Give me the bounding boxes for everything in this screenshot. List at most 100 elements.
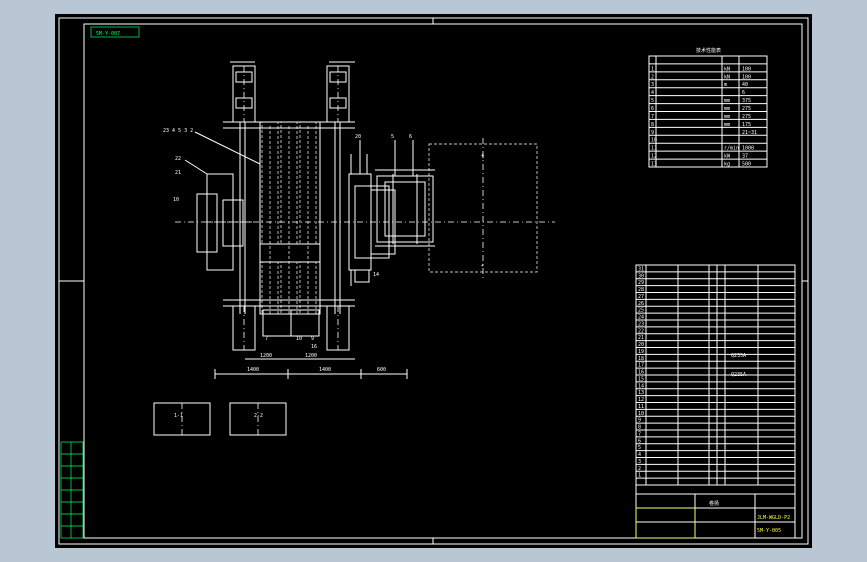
bom-row-no: 20 xyxy=(638,342,644,348)
left-stamp-column xyxy=(60,441,84,539)
svg-text:+: + xyxy=(481,263,484,269)
tech-row-value: 40 xyxy=(742,82,748,88)
part-label-10-left: 10 xyxy=(173,197,179,203)
tech-row-value: 275 xyxy=(742,114,751,120)
bom-row-no: 10 xyxy=(638,411,644,417)
part-label-10: 10 xyxy=(296,336,302,342)
cad-drawing: 5M-Y-007 + + 1400 1400 600 1200 1200 23 … xyxy=(58,17,809,545)
section-label-2: 2-2 xyxy=(254,413,263,419)
winch-main-view: + + 1400 1400 600 1200 1200 23 4 5 3 2 2… xyxy=(163,61,555,379)
bom-row-no: 13 xyxy=(638,390,644,396)
drawing-canvas[interactable]: 5M-Y-007 + + 1400 1400 600 1200 1200 23 … xyxy=(55,14,812,548)
bom-row-no: 3 xyxy=(638,459,641,465)
bom-row-no: 15 xyxy=(638,376,644,382)
tech-row-no: 10 xyxy=(651,138,657,144)
part-label-20: 20 xyxy=(355,134,361,140)
bom-row-no: 2 xyxy=(638,466,641,472)
part-label-5: 5 xyxy=(391,134,394,140)
title-block-code: 5M-Y-005 xyxy=(757,528,781,534)
bom-row-no: 11 xyxy=(638,404,644,410)
bom-row-no: 24 xyxy=(638,315,644,321)
tech-row-value: 275 xyxy=(742,106,751,112)
inner-frame xyxy=(83,23,803,539)
bom-row-no: 19 xyxy=(638,349,644,355)
tech-row-unit: kW xyxy=(724,154,731,160)
outer-frame xyxy=(58,17,809,545)
section-label-1: 1-1 xyxy=(174,413,183,419)
bom-row-no: 26 xyxy=(638,301,644,307)
tech-row-value: 1000 xyxy=(742,146,754,152)
title-block-ref: JLM-WGLD-P2 xyxy=(757,515,790,521)
part-label-9: 9 xyxy=(311,336,314,342)
tech-row-unit: m xyxy=(724,82,727,88)
bom-row-no: 1 xyxy=(638,473,641,479)
bom-row-no: 30 xyxy=(638,273,644,279)
bom-row-no: 8 xyxy=(638,425,641,431)
tech-row-value: 100 xyxy=(742,66,751,72)
tech-table-title: 技术性能表 xyxy=(696,47,721,54)
title-block-name: 卷扬 xyxy=(709,500,719,507)
bom-row-no: 28 xyxy=(638,287,644,293)
title-block: 卷扬 JLM-WGLD-P2 5M-Y-005 xyxy=(635,484,796,539)
tech-row-unit: mm xyxy=(724,98,730,104)
tech-row-unit: mm xyxy=(724,114,730,120)
tech-row-value: 6 xyxy=(742,90,745,96)
tech-row-unit: kN xyxy=(724,66,730,72)
tech-row-value: 175 xyxy=(742,122,751,128)
tech-row-no: 7 xyxy=(651,114,654,120)
tech-row-no: 11 xyxy=(651,146,657,152)
bom-row-no: 9 xyxy=(638,418,641,424)
bom-row-no: 7 xyxy=(638,431,641,437)
bom-row-no: 5 xyxy=(638,445,641,451)
tech-row-no: 9 xyxy=(651,130,654,136)
drawing-tag-text: 5M-Y-007 xyxy=(96,31,120,37)
part-label-23-4-5-3-2: 23 4 5 3 2 xyxy=(163,128,193,134)
bom-row-no: 23 xyxy=(638,321,644,327)
bom-row-no: 14 xyxy=(638,383,644,389)
bom-row-no: 6 xyxy=(638,438,641,444)
dim-label-2: 1400 xyxy=(319,367,331,373)
tech-row-unit: mm xyxy=(724,106,730,112)
part-label-21: 21 xyxy=(175,170,181,176)
bom-row-no: 4 xyxy=(638,452,641,458)
tech-row-no: 8 xyxy=(651,122,654,128)
bom-row-no: 18 xyxy=(638,356,644,362)
part-label-22: 22 xyxy=(175,156,181,162)
tech-row-value: 21~31 xyxy=(742,130,757,136)
bom-row-no: 25 xyxy=(638,308,644,314)
svg-text:+: + xyxy=(481,153,484,159)
tech-row-unit: kN xyxy=(724,74,730,80)
tech-row-unit: kg xyxy=(724,162,730,168)
bom-row-no: 12 xyxy=(638,397,644,403)
dim-label-4: 1200 xyxy=(260,353,272,359)
tech-row-no: 3 xyxy=(651,82,654,88)
part-label-6: 6 xyxy=(409,134,412,140)
tech-row-value: 100 xyxy=(742,74,751,80)
dim-label-3: 600 xyxy=(377,367,386,373)
tech-row-no: 4 xyxy=(651,90,654,96)
tech-row-value: 500 xyxy=(742,162,751,168)
part-label-7: 7 xyxy=(265,336,268,342)
bom-row-no: 22 xyxy=(638,328,644,334)
part-label-14: 14 xyxy=(373,272,379,278)
bom-table-rows: 3130292827262524232221201918171615141312… xyxy=(636,266,795,479)
part-label-17: 16 xyxy=(311,344,317,350)
drum-body xyxy=(259,121,321,315)
tech-table-rows: 1 kN 100 2 kN 100 3 m 40 4 6 5 mm 375 6 mm 275 7 mm 275 8 mm 1… xyxy=(649,63,767,168)
dim-label-1: 1400 xyxy=(247,367,259,373)
bom-row-no: 27 xyxy=(638,294,644,300)
tech-row-no: 1 xyxy=(651,66,654,72)
tech-row-no: 12 xyxy=(651,154,657,160)
bom-row-no: 16 xyxy=(638,370,644,376)
tech-row-unit: r/min xyxy=(724,146,739,152)
dim-label-5: 1200 xyxy=(305,353,317,359)
bom-row-no: 29 xyxy=(638,280,644,286)
tech-row-no: 6 xyxy=(651,106,654,112)
tech-row-no: 2 xyxy=(651,74,654,80)
tech-row-no: 5 xyxy=(651,98,654,104)
bom-row-no: 17 xyxy=(638,363,644,369)
bom-row-no: 31 xyxy=(638,266,644,272)
tech-row-no: 13 xyxy=(651,162,657,168)
tech-row-unit: mm xyxy=(724,122,730,128)
tech-row-value: 375 xyxy=(742,98,751,104)
